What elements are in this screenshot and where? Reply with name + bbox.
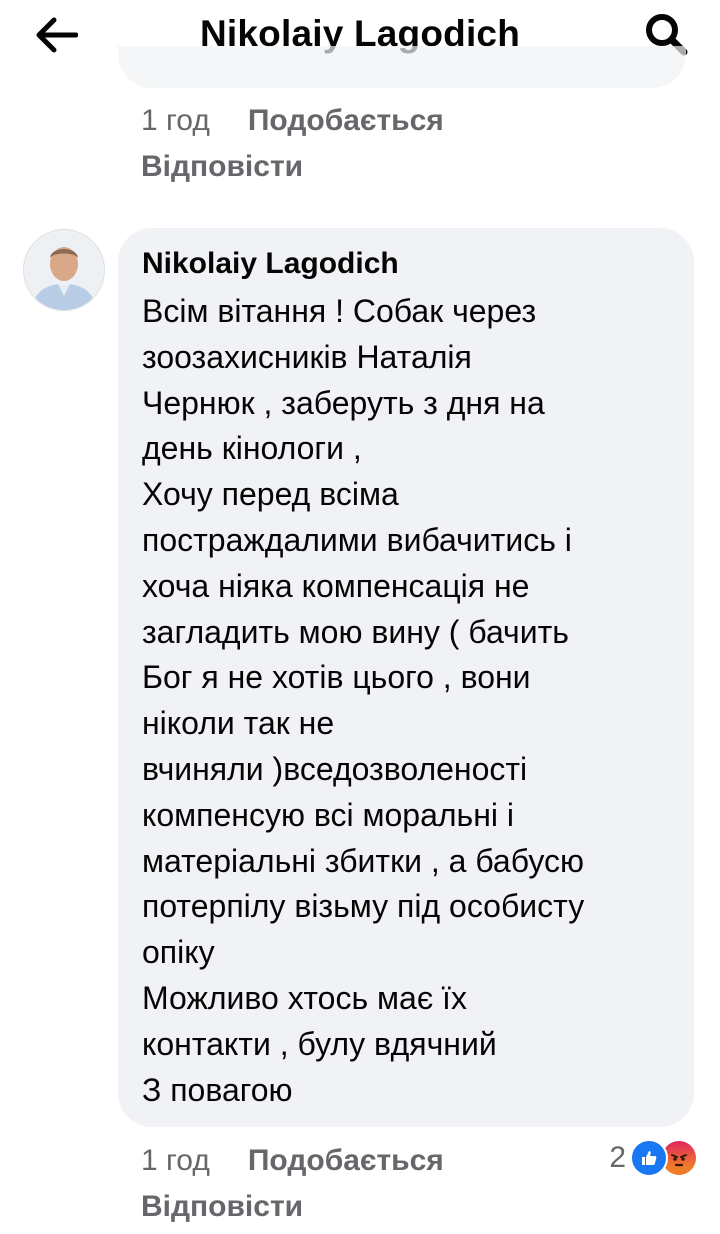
- comment-line: зоозахисників Наталія: [142, 338, 472, 375]
- comment-actions: 1 год Подобається Відповісти: [141, 1144, 444, 1224]
- comment-line: день кінологи ,: [142, 430, 362, 467]
- like-button[interactable]: Подобається: [248, 1144, 444, 1178]
- comment-line: опіку: [142, 934, 215, 971]
- comment-line: вчиняли )вседозволеності: [142, 750, 528, 787]
- reply-button[interactable]: Відповісти: [141, 1190, 444, 1224]
- comment-line: хоча ніяка компенсація не: [142, 567, 530, 604]
- comment-line: Хочу перед всіма: [142, 476, 399, 513]
- comment-line: ніколи так не: [142, 705, 335, 742]
- comment-line: Бог я не хотів цього , вони: [142, 659, 531, 696]
- reaction-summary[interactable]: 2: [609, 1138, 698, 1178]
- comment-time: 1 год: [141, 1144, 210, 1177]
- like-reaction-icon: [630, 1139, 668, 1177]
- previous-like-button[interactable]: Подобається: [248, 104, 444, 138]
- comment-line: Можливо хтось має їх: [142, 979, 467, 1016]
- profile-photo: [24, 230, 104, 310]
- comment-line: контакти , булу вдячний: [142, 1025, 497, 1062]
- comment-line: З повагою: [142, 1071, 293, 1108]
- comment-text: Всім вітання ! Собак через зоозахисників…: [142, 289, 682, 1113]
- comment-author[interactable]: Nikolaiy Lagodich: [142, 246, 399, 282]
- reaction-count: 2: [609, 1141, 626, 1174]
- avatar[interactable]: [23, 229, 105, 311]
- comment-line: потерпілу візьму під особисту: [142, 888, 585, 925]
- previous-comment-actions: 1 год Подобається Відповісти: [141, 104, 444, 184]
- comment-line: загладить мою вину ( бачить: [142, 613, 569, 650]
- comment-line: компенсую всі моральні і: [142, 796, 514, 833]
- previous-comment-time: 1 год: [141, 104, 210, 137]
- comment-line: матеріальні збитки , а бабусю: [142, 842, 584, 879]
- comment-line: Чернюк , заберуть з дня на: [142, 384, 545, 421]
- comment-line: Всім вітання ! Собак через: [142, 293, 537, 329]
- previous-reply-button[interactable]: Відповісти: [141, 150, 444, 184]
- previous-comment-bubble: [118, 46, 686, 88]
- comment-line: постраждалими вибачитись і: [142, 521, 572, 558]
